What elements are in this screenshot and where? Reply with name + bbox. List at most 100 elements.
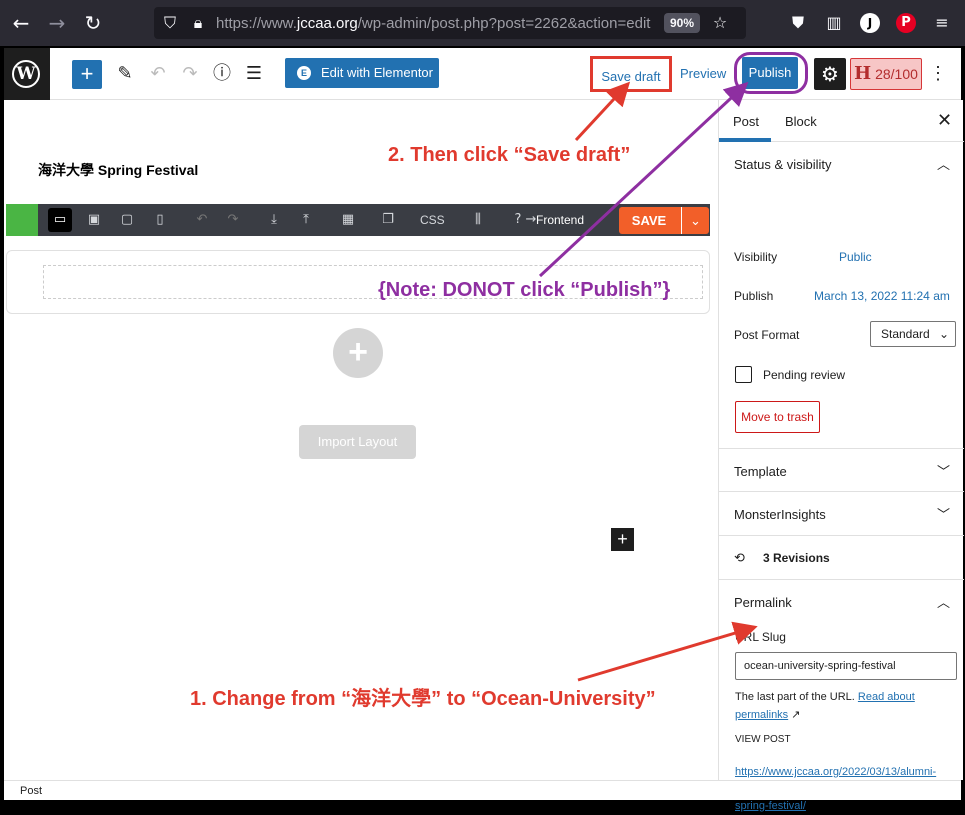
tablet-view-icon[interactable]: ▢	[115, 208, 139, 232]
panel-title: Status & visibility	[734, 157, 832, 172]
add-block-button[interactable]: +	[72, 60, 102, 89]
tab-post[interactable]: Post	[733, 114, 759, 129]
post-format-select[interactable]: Standard ⌄	[870, 321, 956, 347]
publish-button[interactable]: Publish	[742, 57, 798, 89]
tab-block[interactable]: Block	[785, 114, 817, 129]
wordpress-logo[interactable]: W	[4, 48, 50, 100]
revisions-label: 3 Revisions	[763, 551, 830, 565]
panel-template[interactable]: Template ﹀	[719, 448, 964, 492]
lock-icon[interactable]: 🔒︎	[188, 13, 208, 33]
url-text[interactable]: https://www.jccaa.org/wp-admin/post.php?…	[216, 15, 650, 32]
reload-icon[interactable]: ↻	[80, 10, 106, 36]
visibility-value[interactable]: Public	[839, 250, 872, 264]
annotation-note: {Note: DONOT click “Publish”}	[378, 279, 671, 301]
publish-date-value[interactable]: March 13, 2022 11:24 am	[814, 289, 950, 303]
edit-with-elementor-label: Edit with Elementor	[321, 65, 433, 80]
panel-status-visibility[interactable]: Status & visibility ︿	[719, 142, 964, 186]
permalink-help: The last part of the URL. Read about per…	[735, 688, 955, 724]
chevron-down-icon: ﹀	[937, 465, 951, 480]
chevron-down-icon: ﹀	[937, 508, 951, 523]
panel-monsterinsights[interactable]: MonsterInsights ﹀	[719, 492, 964, 536]
laptop-view-icon[interactable]: ▣	[82, 208, 106, 232]
add-section-icon[interactable]: +	[333, 328, 383, 378]
status-bar: Post	[4, 780, 961, 800]
reader-view-icon[interactable]: ▥	[824, 13, 844, 33]
post-format-label: Post Format	[734, 328, 800, 342]
external-link-icon: ↗	[791, 709, 801, 721]
chevron-down-icon[interactable]: ⌄	[681, 207, 709, 234]
css-button[interactable]: CSS	[420, 213, 445, 227]
info-icon[interactable]: ⓘ	[211, 62, 233, 86]
elementor-handle[interactable]	[6, 204, 38, 236]
chevron-down-icon: ⌄	[938, 327, 949, 341]
elementor-save-label: SAVE	[631, 213, 667, 228]
url-slug-input[interactable]: ocean-university-spring-festival	[735, 652, 957, 680]
panel-title: Template	[734, 464, 787, 479]
move-to-trash-button[interactable]: Move to trash	[735, 401, 820, 433]
upload-icon[interactable]: ⤒	[294, 208, 318, 232]
url-prefix: https://www.	[216, 15, 297, 32]
post-format-value: Standard	[881, 327, 930, 341]
pinterest-icon[interactable]: P	[896, 13, 916, 33]
pending-review-label: Pending review	[763, 368, 846, 382]
url-slug-label: URL Slug	[735, 630, 786, 644]
settings-sliders-icon[interactable]: ⫼	[466, 208, 490, 232]
preview-button[interactable]: Preview	[680, 66, 726, 81]
undo-icon[interactable]: ↶	[190, 208, 214, 232]
history-icon: ⟲	[734, 551, 745, 566]
visibility-label: Visibility	[734, 250, 778, 264]
zoom-badge[interactable]: 90%	[664, 13, 700, 33]
elementor-save-button[interactable]: SAVE ⌄	[619, 207, 709, 234]
shield-icon[interactable]: ⛉	[160, 13, 180, 33]
help-text: The last part of the URL.	[735, 691, 855, 703]
view-post-label: VIEW POST	[735, 734, 791, 745]
status-bar-label[interactable]: Post	[20, 785, 42, 797]
wordpress-icon: W	[12, 60, 40, 88]
settings-sidebar: Post Block ✕ Status & visibility ︿ Visibi…	[718, 100, 964, 812]
edit-with-elementor-button[interactable]: E Edit with Elementor	[285, 58, 439, 88]
wp-editor-frame: W + ✎ ↶ ↷ ⓘ ☰ E Edit with Elementor Save …	[2, 46, 964, 812]
layout-icon[interactable]: ▦	[336, 208, 360, 232]
mobile-view-icon[interactable]: ▯	[148, 208, 172, 232]
frontend-link[interactable]: Frontend	[536, 213, 584, 227]
back-arrow-icon[interactable]: ←	[8, 10, 34, 36]
close-icon[interactable]: ✕	[937, 110, 952, 131]
seo-score-button[interactable]: H 28/100	[850, 58, 922, 90]
elementor-toolbar: ▭ ▣ ▢ ▯ ↶ ↷ ⤓ ⤒ ▦ ❐ CSS ⫼ ? → Frontend S…	[6, 204, 710, 236]
chevron-up-icon: ︿	[937, 596, 951, 611]
chevron-up-icon: ︿	[937, 158, 951, 173]
pending-review-checkbox[interactable]	[735, 366, 752, 383]
elementor-icon: E	[297, 66, 311, 80]
editor-header: + ✎ ↶ ↷ ⓘ ☰ E Edit with Elementor Save dr…	[50, 48, 961, 100]
seo-h-icon: H	[854, 63, 872, 84]
import-layout-button[interactable]: Import Layout	[299, 425, 416, 459]
redo-icon[interactable]: ↷	[179, 62, 201, 86]
url-path: /wp-admin/post.php?post=2262&action=edit	[357, 15, 651, 32]
post-title[interactable]: 海洋大學 Spring Festival	[38, 160, 198, 180]
annotation-step-1: 1. Change from “海洋大學” to “Ocean-Universi…	[190, 688, 656, 710]
forward-arrow-icon[interactable]: →	[44, 10, 70, 36]
edit-pencil-icon[interactable]: ✎	[114, 62, 136, 86]
url-bar[interactable]: ⛉ 🔒︎ https://www.jccaa.org/wp-admin/post…	[154, 7, 746, 39]
download-icon[interactable]: ⤓	[262, 208, 286, 232]
pocket-icon[interactable]: ⛊	[788, 13, 808, 33]
copy-icon[interactable]: ❐	[376, 208, 400, 232]
block-inserter-icon[interactable]: +	[611, 528, 634, 551]
undo-icon[interactable]: ↶	[147, 62, 169, 86]
sidebar-tabs: Post Block ✕	[719, 100, 964, 142]
url-domain: jccaa.org	[296, 15, 358, 32]
hamburger-menu-icon[interactable]: ≡	[932, 13, 952, 33]
panel-title: MonsterInsights	[734, 507, 826, 522]
redo-icon[interactable]: ↷	[221, 208, 245, 232]
star-icon[interactable]: ☆	[710, 13, 730, 33]
arrow-to-publish	[538, 81, 749, 278]
save-draft-button[interactable]: Save draft	[590, 56, 672, 92]
desktop-view-icon[interactable]: ▭	[48, 208, 72, 232]
profile-avatar[interactable]: J	[860, 13, 880, 33]
list-view-icon[interactable]: ☰	[243, 62, 265, 86]
more-options-icon[interactable]: ⋮	[928, 61, 948, 85]
settings-gear-icon[interactable]: ⚙	[814, 58, 846, 90]
panel-revisions[interactable]: ⟲ 3 Revisions	[719, 536, 964, 580]
annotation-step-2: 2. Then click “Save draft”	[388, 144, 631, 166]
panel-permalink[interactable]: Permalink ︿	[719, 580, 964, 624]
